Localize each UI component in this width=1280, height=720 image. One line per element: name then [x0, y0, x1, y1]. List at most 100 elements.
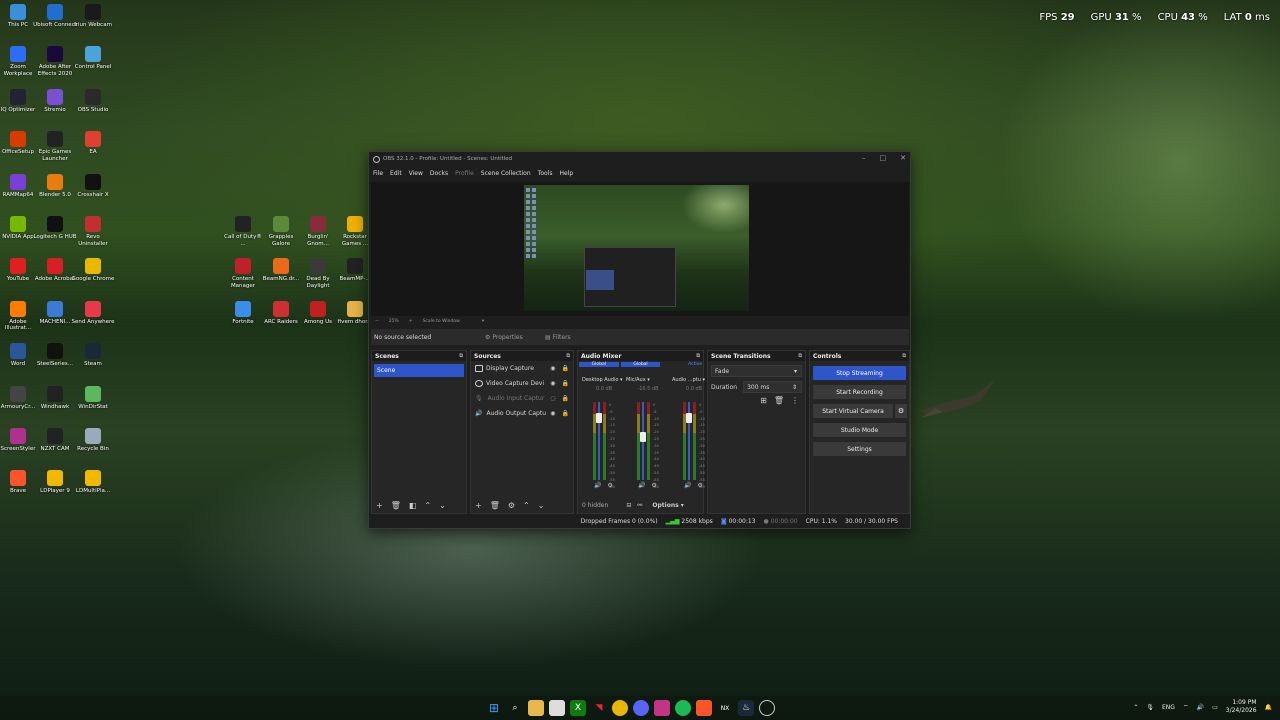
eye-off-icon[interactable]: ◌: [550, 395, 555, 402]
obs-icon[interactable]: [759, 700, 775, 716]
eye-icon[interactable]: ◉: [550, 380, 555, 387]
volume-icon[interactable]: 🔊: [594, 482, 601, 489]
source-item[interactable]: 🔊 Audio Output Captu ◉ 🔒: [471, 406, 573, 421]
settings-button[interactable]: Settings: [813, 442, 906, 456]
desktop-icon[interactable]: Steam: [71, 343, 115, 368]
undock-icon[interactable]: ⧉: [902, 353, 906, 359]
desktop-icon[interactable]: Control Panel: [71, 46, 115, 71]
filter-icon[interactable]: ◧: [409, 501, 417, 510]
maximize-icon[interactable]: □: [880, 154, 887, 162]
menu-edit[interactable]: Edit: [390, 170, 402, 177]
trash-icon[interactable]: 🗑: [490, 501, 500, 510]
search-icon[interactable]: ⌕: [507, 700, 523, 716]
move-down-icon[interactable]: ⌄: [538, 501, 545, 510]
gear-icon[interactable]: ⚙: [508, 501, 515, 510]
minimize-icon[interactable]: –: [862, 154, 866, 162]
trash-icon[interactable]: 🗑: [391, 501, 401, 510]
zoom-in-icon[interactable]: +: [409, 319, 413, 324]
chevron-up-icon[interactable]: ⌃: [1133, 704, 1138, 711]
desktop-icon[interactable]: Send Anywhere: [71, 300, 115, 326]
menu-scene-collection[interactable]: Scene Collection: [481, 170, 531, 177]
chrome-icon[interactable]: [612, 700, 628, 716]
nzxt-icon[interactable]: NX: [717, 700, 733, 716]
add-icon[interactable]: ⊞: [760, 396, 767, 405]
volume-slider-handle[interactable]: [596, 412, 602, 423]
menu-profile[interactable]: Profile: [455, 170, 474, 177]
desktop-icon[interactable]: Iriun Webcam: [71, 4, 115, 29]
volume-slider-handle[interactable]: [686, 412, 692, 423]
transition-select[interactable]: Fade ▾: [711, 365, 802, 377]
start-icon[interactable]: ⊞: [486, 700, 502, 716]
desktop-icon[interactable]: OBS Studio: [71, 88, 115, 114]
undock-icon[interactable]: ⧉: [696, 353, 700, 359]
more-icon[interactable]: ⋮: [791, 396, 799, 405]
desktop-icon[interactable]: Crosshair X: [71, 173, 115, 199]
start-virtual-camera-button[interactable]: Start Virtual Camera: [822, 408, 884, 415]
close-icon[interactable]: ✕: [900, 154, 906, 162]
chevron-down-icon[interactable]: ▾: [482, 319, 484, 324]
move-down-icon[interactable]: ⌄: [439, 501, 446, 510]
hidden-count[interactable]: 0 hidden: [582, 502, 608, 509]
gear-icon[interactable]: ⚙: [651, 482, 656, 489]
menu-tools[interactable]: Tools: [538, 170, 553, 177]
brave-icon[interactable]: [696, 700, 712, 716]
options-button[interactable]: Options ▾: [652, 502, 683, 509]
desktop-icon[interactable]: WinDirStat: [71, 385, 115, 411]
channel-name[interactable]: Mic/Aux ▾: [626, 377, 670, 383]
volume-icon[interactable]: 🔊: [684, 482, 691, 489]
gear-icon[interactable]: ⚙: [697, 482, 702, 489]
filters-button[interactable]: ▤ Filters: [545, 334, 601, 341]
instagram-icon[interactable]: [654, 700, 670, 716]
gear-icon[interactable]: ⚙: [895, 404, 907, 418]
duration-input[interactable]: 300 ms ⇕: [743, 381, 802, 393]
zoom-out-icon[interactable]: −: [375, 319, 379, 324]
spotify-icon[interactable]: [675, 700, 691, 716]
channel-name[interactable]: Desktop Audio ▾: [582, 377, 626, 383]
link-icon[interactable]: ⚯: [637, 502, 642, 509]
xbox-icon[interactable]: X: [570, 700, 586, 716]
add-icon[interactable]: +: [475, 501, 482, 510]
discord-icon[interactable]: [633, 700, 649, 716]
window-titlebar[interactable]: OBS 32.1.0 - Profile: Untitled - Scenes:…: [369, 152, 910, 166]
menu-docks[interactable]: Docks: [430, 170, 448, 177]
volume-slider-handle[interactable]: [640, 432, 646, 443]
file-explorer-icon[interactable]: [528, 700, 544, 716]
properties-button[interactable]: ⚙ Properties: [485, 334, 541, 341]
add-icon[interactable]: +: [376, 501, 383, 510]
stop-streaming-button[interactable]: Stop Streaming: [813, 366, 906, 380]
desktop-icon[interactable]: LDMultiPla...: [71, 470, 115, 495]
move-up-icon[interactable]: ⌃: [424, 501, 431, 510]
lock-icon[interactable]: 🔒: [562, 410, 569, 417]
desktop-icon[interactable]: Recycle Bin: [71, 428, 115, 453]
battery-icon[interactable]: ▭: [1212, 704, 1218, 711]
clock[interactable]: 1:09 PM 3/24/2026: [1226, 699, 1257, 715]
menu-help[interactable]: Help: [559, 170, 573, 177]
lock-icon[interactable]: 🔒: [562, 380, 569, 387]
volume-icon[interactable]: 🔊: [1197, 704, 1204, 711]
wifi-icon[interactable]: ⌔: [1183, 703, 1189, 711]
obs-window[interactable]: OBS 32.1.0 - Profile: Untitled - Scenes:…: [368, 151, 911, 529]
language-indicator[interactable]: ENG: [1162, 704, 1175, 711]
microphone-icon[interactable]: 🎙: [1146, 704, 1154, 711]
scale-mode-select[interactable]: Scale to Window: [423, 319, 460, 324]
studio-mode-button[interactable]: Studio Mode: [813, 423, 906, 437]
spinner-icon[interactable]: ⇕: [792, 384, 797, 391]
eye-icon[interactable]: ◉: [550, 365, 555, 372]
layout-icon[interactable]: ⊟: [626, 502, 631, 509]
desktop-icon[interactable]: Revo Uninstaller: [71, 216, 115, 247]
desktop-icon[interactable]: EA: [71, 131, 115, 156]
undock-icon[interactable]: ⧉: [798, 353, 802, 359]
scene-item[interactable]: Scene: [374, 364, 464, 377]
source-item[interactable]: 🎙 Audio Input Captur ◌ 🔒: [471, 391, 573, 406]
menu-file[interactable]: File: [373, 170, 383, 177]
notification-icon[interactable]: 🔔: [1265, 704, 1272, 711]
eye-icon[interactable]: ◉: [550, 410, 555, 417]
desktop-icon[interactable]: Google Chrome: [71, 258, 115, 283]
source-item[interactable]: Display Capture ◉ 🔒: [471, 361, 573, 376]
menu-view[interactable]: View: [409, 170, 423, 177]
undock-icon[interactable]: ⧉: [459, 353, 463, 359]
volume-icon[interactable]: 🔊: [638, 482, 645, 489]
lock-icon[interactable]: 🔒: [562, 365, 569, 372]
start-recording-button[interactable]: Start Recording: [813, 385, 906, 399]
move-up-icon[interactable]: ⌃: [523, 501, 530, 510]
